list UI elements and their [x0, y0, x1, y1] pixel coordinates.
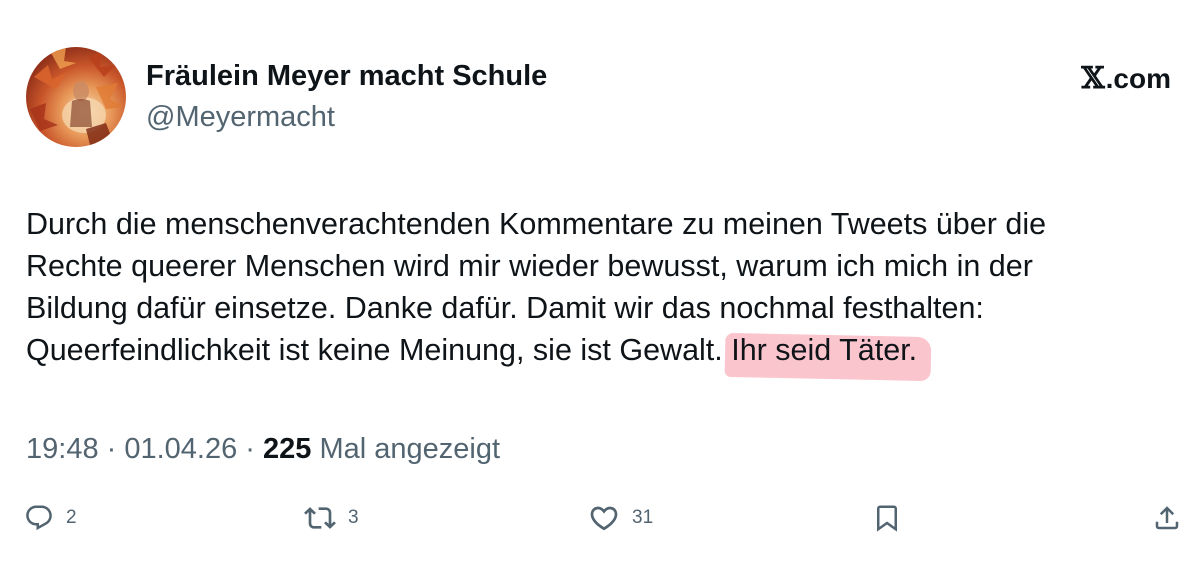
share-button[interactable] [1152, 500, 1182, 536]
tweet-card: Fräulein Meyer macht Schule @Meyermacht … [0, 0, 1199, 576]
views-count: 225 [263, 433, 312, 465]
avatar-image [30, 47, 124, 145]
bookmark-icon [877, 505, 897, 532]
tweet-text-line: Queerfeindlichkeit ist keine Meinung, si… [26, 333, 732, 367]
tweet-meta: 19:48 · 01.04.26 · 225 Mal angezeigt [26, 433, 500, 466]
tweet-text: Durch die menschenverachtenden Kommentar… [26, 203, 1186, 371]
like-count: 31 [632, 507, 654, 528]
like-button[interactable]: 31 [588, 500, 653, 536]
heart-icon [590, 506, 618, 531]
retweet-count: 3 [348, 507, 359, 528]
display-name[interactable]: Fräulein Meyer macht Schule [146, 60, 547, 93]
brand-suffix: .com [1105, 62, 1171, 94]
reply-count: 2 [66, 507, 77, 528]
highlighted-text: Ihr seid Täter. [731, 329, 917, 371]
tweet-time[interactable]: 19:48 [26, 433, 99, 465]
avatar[interactable] [26, 47, 126, 147]
reply-button[interactable]: 2 [24, 500, 77, 536]
meta-separator: · [98, 433, 125, 465]
tweet-date[interactable]: 01.04.26 [124, 433, 237, 465]
x-brand-link[interactable]: 𝕏 .com [1081, 61, 1171, 96]
share-icon [1155, 506, 1179, 530]
tweet-text-line: Bildung dafür einsetze. Danke dafür. Dam… [26, 291, 984, 325]
retweet-icon [304, 507, 336, 529]
bookmark-button[interactable] [872, 500, 902, 536]
tweet-text-line: Rechte queerer Menschen wird mir wieder … [26, 249, 1033, 283]
meta-separator: · [237, 433, 264, 465]
highlighted-text-content: Ihr seid Täter. [731, 333, 918, 367]
retweet-button[interactable]: 3 [304, 500, 359, 536]
views-label: Mal angezeigt [311, 433, 501, 465]
tweet-text-line: Durch die menschenverachtenden Kommentar… [26, 207, 1047, 241]
reply-icon [26, 505, 52, 531]
action-bar: 2 3 31 [0, 500, 1199, 536]
x-logo-icon: 𝕏 [1081, 61, 1105, 96]
user-handle[interactable]: @Meyermacht [146, 101, 335, 134]
tweet-text-line-last: Queerfeindlichkeit ist keine Meinung, si… [26, 329, 1186, 371]
